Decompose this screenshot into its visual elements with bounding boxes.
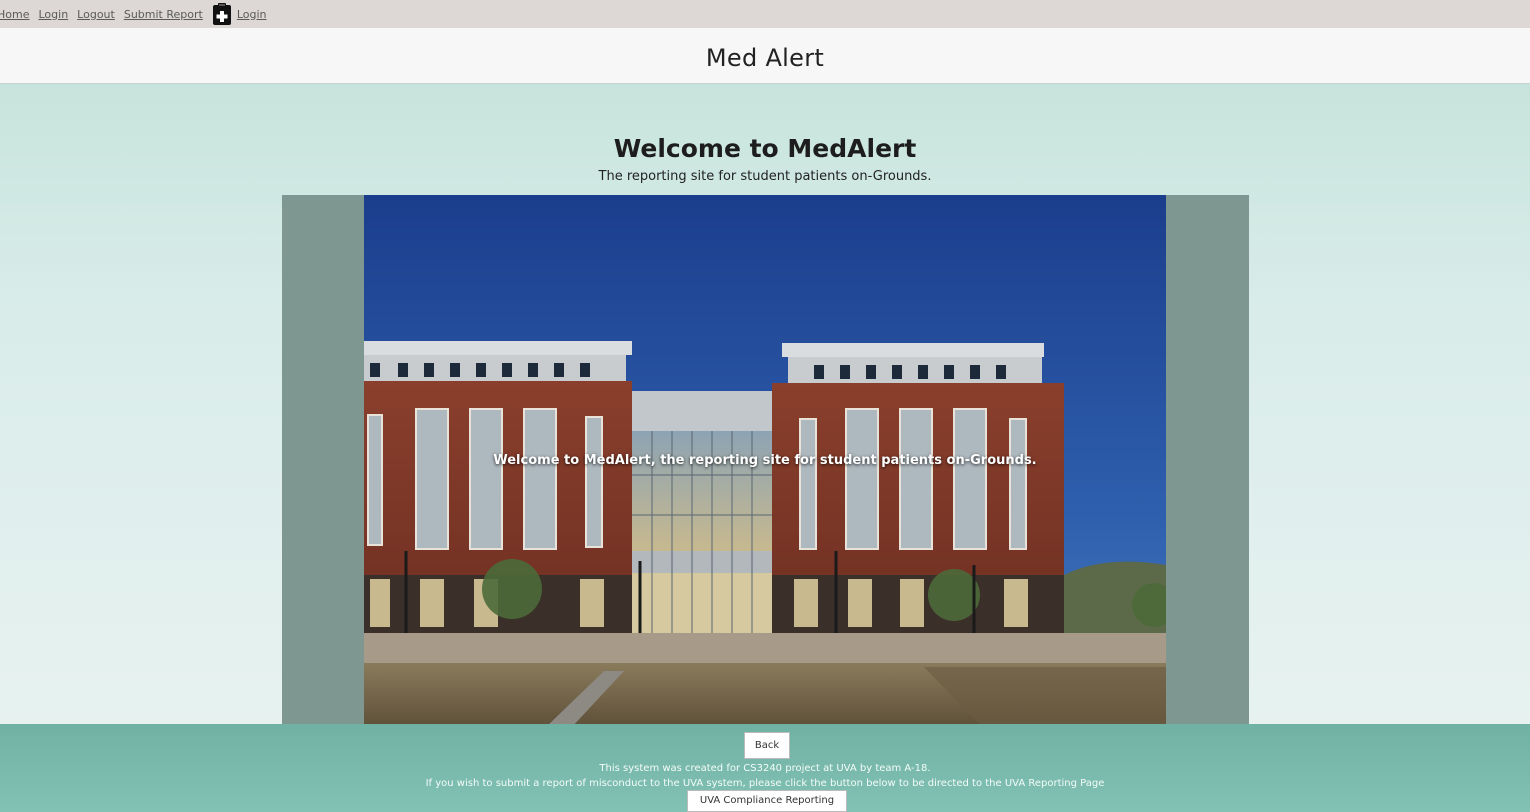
- footer: Back This system was created for CS3240 …: [0, 724, 1530, 812]
- carousel-prev-button[interactable]: [282, 195, 364, 729]
- carousel-next-button[interactable]: [1167, 195, 1249, 729]
- nav-link-submit-report[interactable]: Submit Report: [124, 8, 203, 21]
- nav-link-login[interactable]: Login: [38, 8, 68, 21]
- nav-link-logout[interactable]: Logout: [77, 8, 115, 21]
- footer-report-info: If you wish to submit a report of miscon…: [425, 778, 1105, 789]
- nav-link-home[interactable]: Home: [0, 8, 29, 21]
- uva-compliance-reporting-button[interactable]: UVA Compliance Reporting Page: [687, 790, 847, 812]
- welcome-subheading: The reporting site for student patients …: [598, 169, 932, 184]
- medical-clipboard-icon[interactable]: [212, 3, 232, 25]
- top-nav: Home Login Logout Submit Report Login: [0, 0, 1530, 28]
- nav-link-login-2[interactable]: Login: [237, 8, 267, 21]
- main-content: Welcome to MedAlert The reporting site f…: [0, 84, 1530, 729]
- carousel-caption: Welcome to MedAlert, the reporting site …: [493, 453, 1037, 468]
- welcome-heading: Welcome to MedAlert: [613, 134, 917, 163]
- image-carousel: Welcome to MedAlert, the reporting site …: [282, 195, 1249, 729]
- title-bar: Med Alert: [0, 28, 1530, 84]
- footer-credit-text: This system was created for CS3240 proje…: [599, 763, 931, 774]
- welcome-section: Welcome to MedAlert The reporting site f…: [0, 134, 1530, 184]
- site-title: Med Alert: [705, 43, 825, 72]
- back-button[interactable]: Back: [744, 732, 790, 759]
- carousel-slide: Welcome to MedAlert, the reporting site …: [364, 195, 1166, 729]
